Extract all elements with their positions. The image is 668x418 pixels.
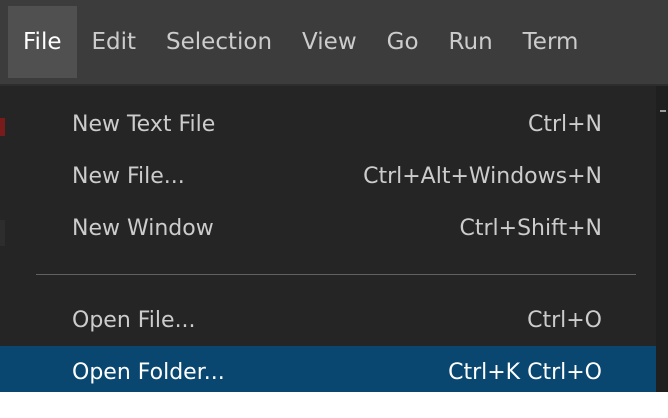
window-margin: [0, 392, 668, 418]
background-editor-sliver: [0, 118, 5, 136]
menu-item-label: Open Folder...: [72, 359, 225, 385]
menu-item-shortcut: Ctrl+K Ctrl+O: [448, 359, 602, 385]
menu-item-label: Open File...: [72, 307, 196, 333]
menu-item-shortcut: Ctrl+O: [527, 307, 602, 333]
menu-bar: File Edit Selection View Go Run Term: [0, 0, 668, 86]
menu-item-label: New Text File: [72, 111, 216, 137]
menubar-item-edit[interactable]: Edit: [77, 6, 152, 78]
separator-line: [36, 273, 636, 275]
app-window: File Edit Selection View Go Run Term New…: [0, 0, 668, 418]
menu-item-open-file[interactable]: Open File... Ctrl+O: [0, 294, 656, 346]
menu-separator: [0, 254, 656, 294]
menu-item-shortcut: Ctrl+N: [527, 111, 602, 137]
menu-item-new-text-file[interactable]: New Text File Ctrl+N: [0, 98, 656, 150]
background-text-fragment: [660, 110, 666, 112]
menu-item-shortcut: Ctrl+Shift+N: [459, 215, 602, 241]
menu-item-new-file[interactable]: New File... Ctrl+Alt+Windows+N: [0, 150, 656, 202]
menu-item-label: New Window: [72, 215, 214, 241]
menubar-item-terminal[interactable]: Term: [508, 6, 594, 78]
menubar-item-view[interactable]: View: [287, 6, 372, 78]
menu-item-new-window[interactable]: New Window Ctrl+Shift+N: [0, 202, 656, 254]
file-menu-dropdown: New Text File Ctrl+N New File... Ctrl+Al…: [0, 86, 656, 392]
menu-item-shortcut: Ctrl+Alt+Windows+N: [363, 163, 602, 189]
menubar-item-selection[interactable]: Selection: [151, 6, 287, 78]
menu-item-label: New File...: [72, 163, 185, 189]
menubar-item-go[interactable]: Go: [372, 6, 434, 78]
menubar-item-run[interactable]: Run: [434, 6, 508, 78]
menubar-item-file[interactable]: File: [8, 6, 77, 78]
background-editor-sliver: [656, 86, 668, 392]
menu-item-open-folder[interactable]: Open Folder... Ctrl+K Ctrl+O: [0, 346, 656, 392]
background-editor-sliver: [0, 220, 5, 246]
